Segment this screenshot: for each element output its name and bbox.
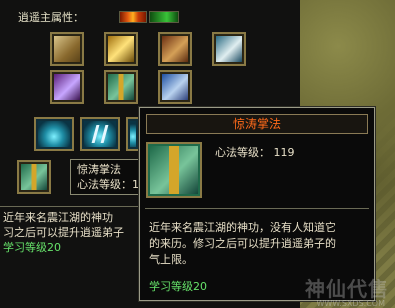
skill-book-slot[interactable]	[158, 32, 192, 66]
study-level: 学习等级20	[3, 241, 61, 254]
skill-book-slot[interactable]	[50, 70, 84, 104]
skill-effect-icon	[130, 121, 136, 147]
skill-book-slot[interactable]	[104, 70, 138, 104]
attribute-label: 逍遥主属性：	[18, 11, 84, 24]
skill-tooltip: 惊涛掌法 心法等级： 119 近年来名震江湖的神功，没有人知道它 的来历。修习之…	[139, 107, 375, 301]
tooltip-level: 心法等级： 119	[215, 146, 295, 159]
skill-effect-icon	[38, 121, 70, 147]
book-icon	[108, 74, 134, 100]
skill-book-slot[interactable]	[212, 32, 246, 66]
scroll-icon	[54, 36, 80, 62]
fire-attribute-bar	[119, 11, 147, 23]
skill-description: 近年来名震江湖的神功 习之后可以提升逍遥弟子 学习等级20	[0, 206, 140, 266]
divider	[145, 208, 369, 209]
scroll-icon	[108, 36, 134, 62]
scroll-icon	[162, 74, 188, 100]
scroll-icon	[216, 36, 242, 62]
skill-book-slot[interactable]	[158, 70, 192, 104]
selected-skill-info: 惊涛掌法 心法等级：1	[70, 159, 140, 195]
selected-skill-icon[interactable]	[17, 160, 51, 194]
watermark-url: WWW.SXDS.COM	[316, 299, 385, 308]
green-attribute-bar	[149, 11, 179, 23]
selected-skill-name: 惊涛掌法	[77, 163, 121, 176]
scroll-icon	[162, 36, 188, 62]
skill-tile[interactable]	[126, 117, 140, 151]
desc-line: 习之后可以提升逍遥弟子	[3, 226, 124, 239]
skill-book-slot[interactable]	[104, 32, 138, 66]
desc-line: 近年来名震江湖的神功，没有人知道它	[149, 221, 336, 234]
tooltip-title: 惊涛掌法	[146, 114, 368, 134]
desc-line: 气上限。	[149, 253, 193, 266]
tooltip-study-level: 学习等级20	[149, 280, 207, 293]
watermark: 神仙代售	[305, 277, 389, 301]
desc-line: 的来历。修习之后可以提升逍遥弟子的	[149, 237, 336, 250]
skill-book-slot[interactable]	[50, 32, 84, 66]
selected-skill-level: 心法等级：1	[77, 178, 139, 191]
tooltip-skill-icon	[146, 142, 202, 198]
skill-tile[interactable]	[34, 117, 74, 151]
tooltip-description: 近年来名震江湖的神功，没有人知道它 的来历。修习之后可以提升逍遥弟子的 气上限。	[149, 220, 367, 268]
desc-line: 近年来名震江湖的神功	[3, 211, 113, 224]
skill-tile[interactable]	[80, 117, 120, 151]
book-icon	[150, 146, 198, 194]
scroll-icon	[54, 74, 80, 100]
book-icon	[21, 164, 47, 190]
